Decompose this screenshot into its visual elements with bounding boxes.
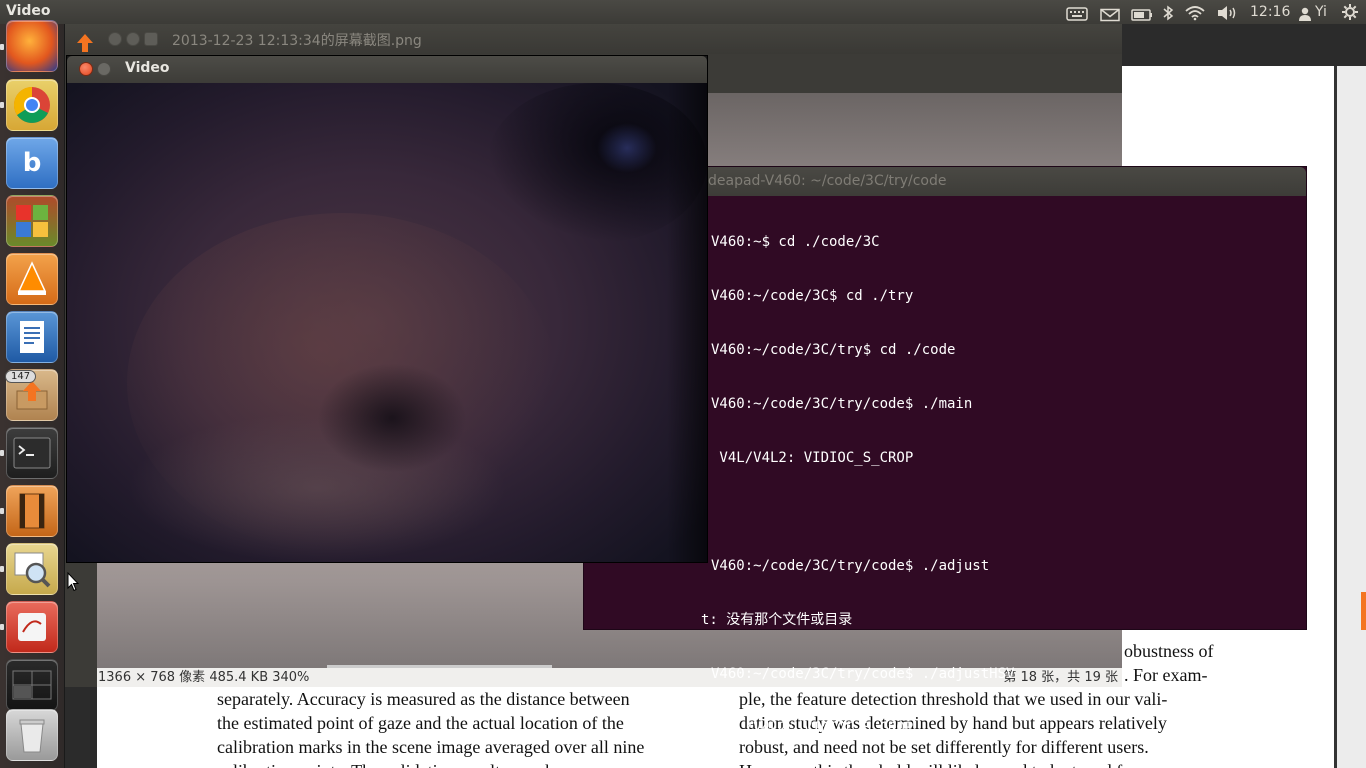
viewer-minimize-button[interactable] xyxy=(126,32,140,46)
feed-highlight xyxy=(597,123,657,173)
terminal-line: V4L/V4L2: VIDIOC_S_CROP xyxy=(711,450,914,466)
keyboard-icon[interactable] xyxy=(1066,5,1088,23)
paper-text-line: calibration points. The validation resul… xyxy=(217,759,585,768)
viewer-title: 2013-12-23 12:13:34的屏幕截图.png xyxy=(172,33,422,49)
document-gutter xyxy=(1337,66,1366,768)
feed-shadow xyxy=(317,363,467,473)
launcher: b 147 xyxy=(0,20,65,768)
terminal-line: V460:~/code/3C/try$ cd ./code xyxy=(711,342,956,358)
terminal-line: t: 没有那个文件或目录 xyxy=(701,612,853,628)
terminal-line: V460:~/code/3C/try/code$ ./adjustHSV xyxy=(711,666,1015,682)
viewer-maximize-button[interactable] xyxy=(144,32,158,46)
running-indicator xyxy=(0,624,4,630)
running-indicator xyxy=(0,450,4,456)
bluetooth-icon[interactable] xyxy=(1162,4,1174,22)
app-title: Video xyxy=(6,3,51,19)
terminal-line: V4L/V4L2: VIDIOC_S_CROP xyxy=(711,720,914,736)
terminal-line: V460:~$ cd ./code/3C xyxy=(711,234,880,250)
mouse-cursor-icon xyxy=(67,572,79,592)
terminal-output[interactable]: V460:~$ cd ./code/3C V460:~/code/3C$ cd … xyxy=(701,197,1015,768)
vlc-icon[interactable] xyxy=(6,253,58,305)
paper-text-line: separately. Accuracy is measured as the … xyxy=(217,689,630,709)
video-titlebar[interactable]: Video xyxy=(67,56,707,83)
terminal-line: V460:~/code/3C/try/code$ ./adjust xyxy=(711,558,990,574)
scroll-marker xyxy=(1361,592,1366,630)
paper-text-line: obustness of xyxy=(1124,641,1214,661)
writer-icon[interactable] xyxy=(6,311,58,363)
running-indicator xyxy=(0,44,4,50)
running-indicator xyxy=(0,102,4,108)
horizontal-scrollbar[interactable] xyxy=(327,665,552,668)
viewer-close-button[interactable] xyxy=(108,32,122,46)
running-indicator xyxy=(0,508,4,514)
webcam-feed xyxy=(67,83,707,562)
top-panel: Video 12:16 Yi xyxy=(0,0,1366,24)
mail-icon[interactable] xyxy=(1100,6,1120,24)
trash-icon[interactable] xyxy=(6,709,58,761)
user-name[interactable]: Yi xyxy=(1315,3,1327,21)
video-title: Video xyxy=(125,60,170,76)
terminal-line: V460:~/code/3C$ cd ./try xyxy=(711,288,914,304)
volume-icon[interactable] xyxy=(1216,4,1238,22)
text-editor-icon[interactable] xyxy=(6,601,58,653)
clock[interactable]: 12:16 xyxy=(1250,3,1290,21)
bing-icon[interactable]: b xyxy=(6,137,58,189)
terminal-title: deapad-V460: ~/code/3C/try/code xyxy=(708,173,947,189)
firefox-icon[interactable] xyxy=(6,20,58,72)
colored-squares-app-icon[interactable] xyxy=(6,195,58,247)
terminal-icon[interactable] xyxy=(6,427,58,479)
paper-text-line: . For exam- xyxy=(1124,665,1208,685)
paper-text-line: the estimated point of gaze and the actu… xyxy=(217,713,624,733)
paper-text-line: calibration marks in the scene image ave… xyxy=(217,737,645,757)
upload-arrow-icon[interactable] xyxy=(75,32,95,54)
image-position: 第 18 张，共 19 张 xyxy=(1003,670,1118,685)
image-search-icon[interactable] xyxy=(6,543,58,595)
viewer-titlebar[interactable]: 2013-12-23 12:13:34的屏幕截图.png xyxy=(65,24,1122,54)
gear-icon[interactable] xyxy=(1341,3,1359,21)
feed-edge xyxy=(667,83,707,562)
video-editor-icon[interactable] xyxy=(6,485,58,537)
workspace-switcher-icon[interactable] xyxy=(6,659,58,711)
video-window[interactable]: Video xyxy=(66,55,708,563)
terminal-line: V460:~/code/3C/try/code$ ./main xyxy=(711,396,973,412)
video-close-button[interactable] xyxy=(79,62,93,76)
video-minimize-button[interactable] xyxy=(97,62,111,76)
battery-icon[interactable] xyxy=(1131,6,1153,24)
running-indicator xyxy=(0,566,4,572)
chrome-icon[interactable] xyxy=(6,79,58,131)
wifi-icon[interactable] xyxy=(1184,4,1206,22)
image-info: 1366 × 768 像素 485.4 KB 340% xyxy=(98,670,310,685)
update-count-badge: 147 xyxy=(5,370,37,383)
user-icon[interactable] xyxy=(1298,5,1312,23)
